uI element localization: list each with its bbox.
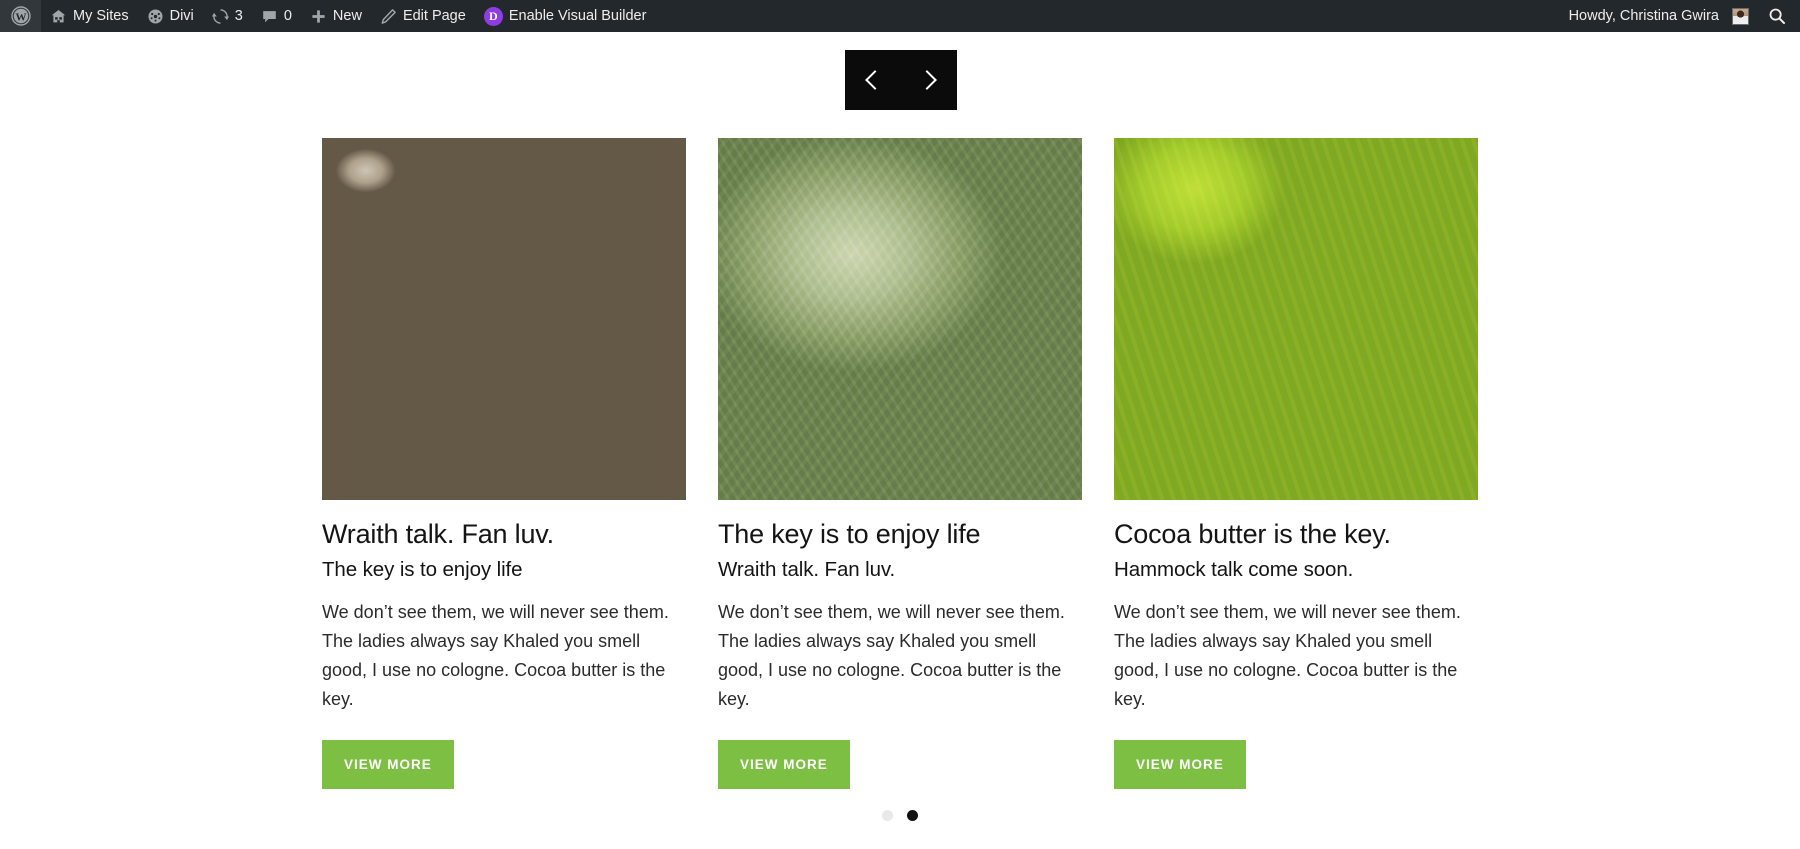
card-title: Wraith talk. Fan luv. bbox=[322, 519, 554, 549]
admin-bar-item-enable-visual-builder[interactable]: D Enable Visual Builder bbox=[475, 0, 656, 32]
admin-bar-label-divi: Divi bbox=[169, 8, 194, 24]
dashboard-icon bbox=[147, 8, 164, 25]
wp-logo-menu[interactable]: W bbox=[0, 0, 41, 32]
admin-bar-right-group: Howdy, Christina Gwira bbox=[1560, 0, 1800, 32]
admin-bar-left-group: W My Sites Divi 3 0 New Edit Page D Enab… bbox=[0, 0, 655, 32]
card-subtitle: Hammock talk come soon. bbox=[1114, 557, 1354, 581]
admin-bar-item-updates[interactable]: 3 bbox=[203, 0, 252, 32]
divi-d-icon: D bbox=[483, 6, 503, 26]
carousel-card: The key is to enjoy life Wraith talk. Fa… bbox=[718, 138, 1082, 790]
my-account-menu[interactable]: Howdy, Christina Gwira bbox=[1560, 0, 1758, 32]
comments-count: 0 bbox=[283, 8, 292, 24]
carousel-pagination bbox=[0, 810, 1800, 821]
potatoes-photo[interactable] bbox=[322, 138, 686, 500]
card-subtitle: The key is to enjoy life bbox=[322, 557, 523, 581]
page-content: Wraith talk. Fan luv. The key is to enjo… bbox=[0, 32, 1800, 849]
admin-bar-item-comments[interactable]: 0 bbox=[252, 0, 301, 32]
wp-admin-bar: W My Sites Divi 3 0 New Edit Page D Enab… bbox=[0, 0, 1800, 32]
view-more-button[interactable]: VIEW MORE bbox=[718, 740, 850, 790]
pencil-icon bbox=[380, 8, 397, 25]
purple-peppers-photo-surface bbox=[1114, 138, 1478, 500]
carousel-slides: Wraith talk. Fan luv. The key is to enjo… bbox=[322, 138, 1478, 790]
potatoes-photo-surface bbox=[322, 138, 686, 500]
card-body: We don’t see them, we will never see the… bbox=[718, 601, 1065, 710]
artichoke-photo-surface bbox=[718, 138, 1082, 500]
carousel-navigation bbox=[845, 50, 957, 110]
chevron-right-icon bbox=[917, 70, 937, 90]
card-title: Cocoa butter is the key. bbox=[1114, 519, 1391, 549]
carousel-next-button[interactable] bbox=[912, 60, 946, 100]
pagination-dot-1[interactable] bbox=[882, 810, 893, 821]
avatar bbox=[1732, 7, 1749, 25]
admin-bar-item-new[interactable]: New bbox=[301, 0, 371, 32]
updates-count: 3 bbox=[234, 8, 243, 24]
card-body: We don’t see them, we will never see the… bbox=[1114, 601, 1461, 710]
view-more-button[interactable]: VIEW MORE bbox=[322, 740, 454, 790]
sites-house-icon bbox=[50, 8, 67, 25]
search-icon bbox=[1768, 7, 1786, 25]
carousel-card: Cocoa butter is the key. Hammock talk co… bbox=[1114, 138, 1478, 790]
comment-bubble-icon bbox=[261, 8, 278, 25]
carousel-card: Wraith talk. Fan luv. The key is to enjo… bbox=[322, 138, 686, 790]
howdy-greeting: Howdy, Christina Gwira bbox=[1568, 8, 1719, 24]
admin-bar-label-edit-page: Edit Page bbox=[402, 8, 466, 24]
svg-text:W: W bbox=[16, 11, 27, 23]
card-body: We don’t see them, we will never see the… bbox=[322, 601, 669, 710]
pagination-dot-2[interactable] bbox=[907, 810, 918, 821]
card-title: The key is to enjoy life bbox=[718, 519, 981, 549]
updates-icon bbox=[211, 8, 229, 25]
artichoke-photo[interactable] bbox=[718, 138, 1082, 500]
admin-bar-item-edit-page[interactable]: Edit Page bbox=[371, 0, 475, 32]
admin-bar-label-new: New bbox=[332, 8, 362, 24]
chevron-left-icon bbox=[865, 70, 885, 90]
card-subtitle: Wraith talk. Fan luv. bbox=[718, 557, 896, 581]
wordpress-icon: W bbox=[11, 6, 31, 26]
carousel-prev-button[interactable] bbox=[856, 60, 890, 100]
admin-bar-item-divi-site[interactable]: Divi bbox=[138, 0, 203, 32]
purple-peppers-photo[interactable] bbox=[1114, 138, 1478, 500]
admin-bar-label-my-sites: My Sites bbox=[73, 8, 129, 24]
plus-icon bbox=[310, 8, 327, 25]
admin-bar-search-button[interactable] bbox=[1758, 0, 1800, 32]
admin-bar-item-my-sites[interactable]: My Sites bbox=[41, 0, 138, 32]
admin-bar-label-enable-visual-builder: Enable Visual Builder bbox=[508, 8, 647, 24]
view-more-button[interactable]: VIEW MORE bbox=[1114, 740, 1246, 790]
